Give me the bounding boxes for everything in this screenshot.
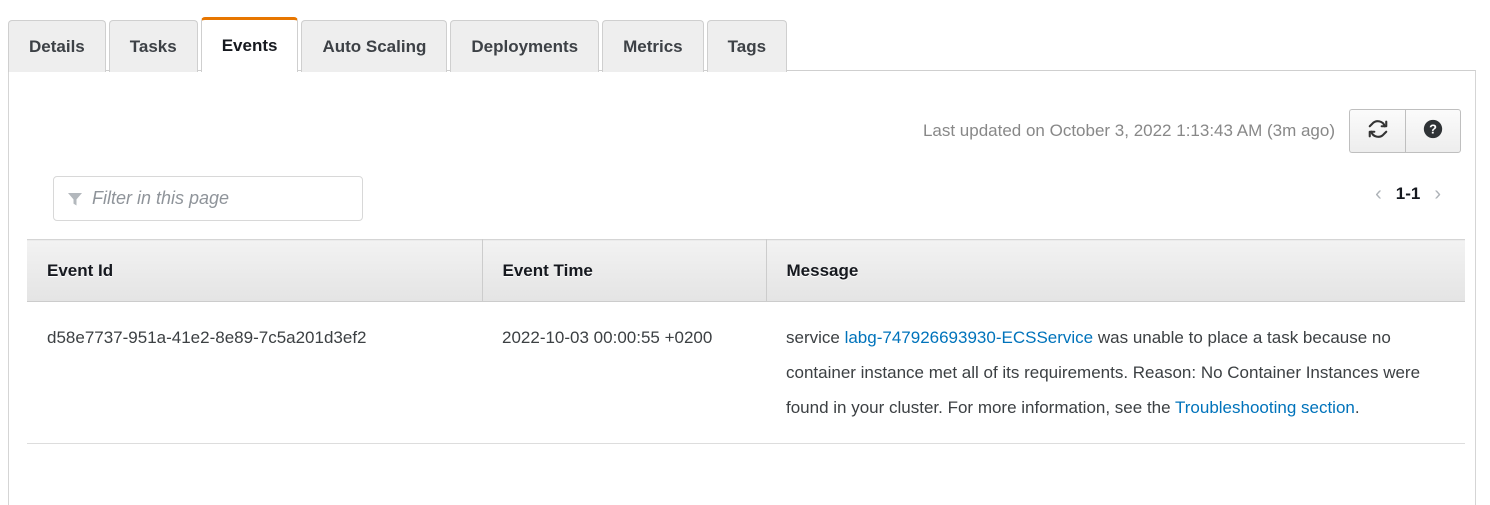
tab-auto-scaling[interactable]: Auto Scaling <box>301 20 448 72</box>
refresh-button[interactable] <box>1349 109 1405 153</box>
panel-toolbar: Last updated on October 3, 2022 1:13:43 … <box>923 109 1461 153</box>
pagination-prev-button[interactable]: ‹ <box>1375 184 1382 204</box>
table-body: d58e7737-951a-41e2-8e89-7c5a201d3ef2 202… <box>27 301 1465 444</box>
filter-input[interactable] <box>90 187 352 210</box>
pagination: ‹ 1-1 › <box>1375 184 1441 204</box>
pagination-range-label: 1-1 <box>1395 184 1421 203</box>
svg-text:?: ? <box>1429 121 1437 136</box>
tab-label: Tags <box>727 36 767 56</box>
column-header-event-time[interactable]: Event Time <box>482 239 767 302</box>
column-header-message[interactable]: Message <box>766 239 1465 302</box>
message-suffix: . <box>1354 398 1360 417</box>
filter-box[interactable] <box>53 176 363 221</box>
filter-row: ‹ 1-1 › <box>9 176 1475 234</box>
table-head: Event Id Event Time Message <box>27 239 1465 302</box>
last-updated-text: Last updated on October 3, 2022 1:13:43 … <box>922 121 1335 140</box>
column-header-event-id[interactable]: Event Id <box>27 239 483 302</box>
ecs-service-events-page: Details Tasks Events Auto Scaling Deploy… <box>0 0 1490 505</box>
events-table: Event Id Event Time Message d58e7737-951… <box>27 239 1465 444</box>
tab-events[interactable]: Events <box>200 17 299 73</box>
tab-label: Deployments <box>471 36 579 56</box>
tab-strip: Details Tasks Events Auto Scaling Deploy… <box>0 16 790 73</box>
tab-label: Details <box>29 36 85 56</box>
cell-event-time: 2022-10-03 00:00:55 +0200 <box>482 301 766 444</box>
tab-deployments[interactable]: Deployments <box>450 20 600 72</box>
pagination-next-button[interactable]: › <box>1434 184 1441 204</box>
events-table-wrapper: Event Id Event Time Message d58e7737-951… <box>27 239 1465 444</box>
help-button[interactable]: ? <box>1405 109 1461 153</box>
tab-label: Events <box>221 36 278 55</box>
tab-label: Auto Scaling <box>322 36 427 56</box>
tab-label: Metrics <box>623 36 683 56</box>
cell-event-id: d58e7737-951a-41e2-8e89-7c5a201d3ef2 <box>27 301 482 444</box>
tab-details[interactable]: Details <box>8 20 106 72</box>
table-row[interactable]: d58e7737-951a-41e2-8e89-7c5a201d3ef2 202… <box>27 301 1465 444</box>
help-icon: ? <box>1422 118 1444 145</box>
tab-tags[interactable]: Tags <box>706 20 788 72</box>
message-prefix: service <box>786 328 845 347</box>
table-header-row: Event Id Event Time Message <box>27 239 1465 302</box>
service-link[interactable]: labg-747926693930-ECSService <box>845 328 1094 347</box>
funnel-icon <box>67 191 83 207</box>
tab-label: Tasks <box>129 36 177 56</box>
tab-tasks[interactable]: Tasks <box>108 20 198 72</box>
events-panel: Last updated on October 3, 2022 1:13:43 … <box>8 70 1476 505</box>
tab-metrics[interactable]: Metrics <box>602 20 704 72</box>
refresh-icon <box>1367 118 1389 145</box>
troubleshooting-link[interactable]: Troubleshooting section <box>1175 398 1355 417</box>
toolbar-button-group: ? <box>1349 109 1461 153</box>
cell-message: service labg-747926693930-ECSService was… <box>766 301 1465 444</box>
